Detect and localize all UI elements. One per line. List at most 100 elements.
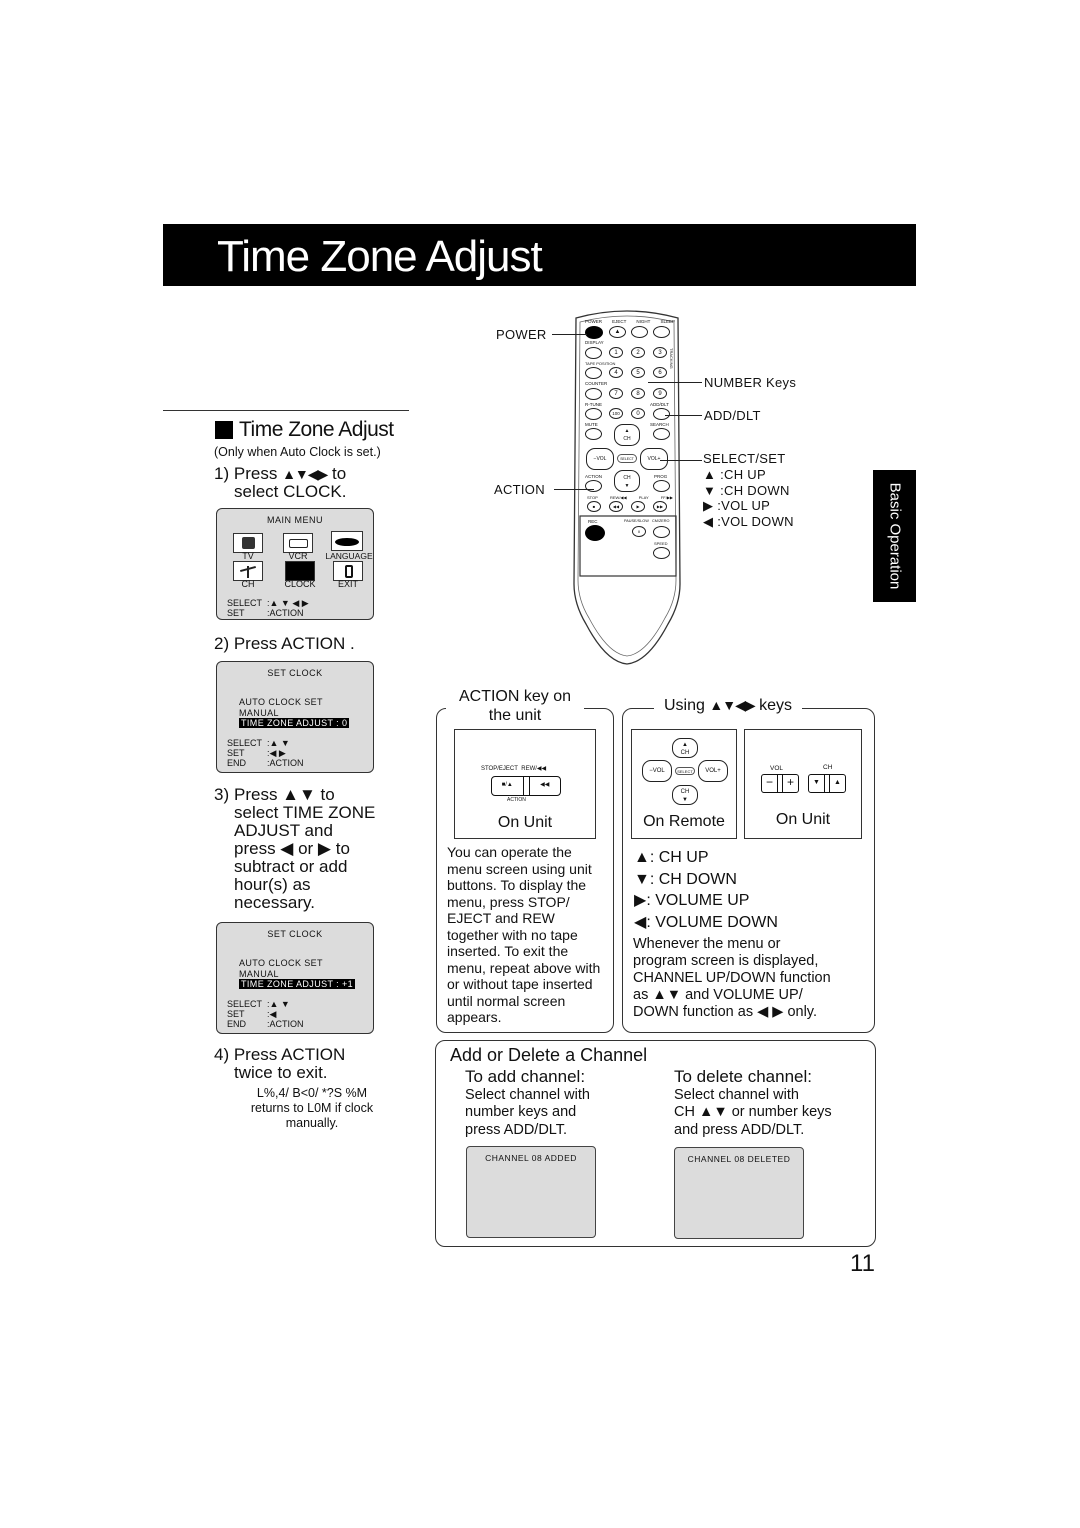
digit-9-button[interactable]: 9 xyxy=(653,388,667,399)
up-arrow-icon: ▲ xyxy=(703,467,717,482)
legend-text: :VOL DOWN xyxy=(717,513,794,529)
ch-up-button[interactable]: ▲ CH xyxy=(614,424,640,446)
search-button[interactable] xyxy=(653,428,670,440)
unit-ch-down-button[interactable]: ▼ xyxy=(809,775,825,792)
rec-button[interactable] xyxy=(585,525,605,541)
page-title-bar: Time Zone Adjust xyxy=(163,224,916,286)
rew-unit-button[interactable]: ◀◀ xyxy=(530,777,561,795)
action-box-title: ACTION key on the unit xyxy=(446,687,584,725)
rewind-button[interactable]: ◀◀ xyxy=(609,501,623,512)
up-arrow-icon: ▲ xyxy=(634,849,650,866)
down-arrow-icon: ▼ xyxy=(703,482,717,498)
step-text: Press ▲▼ to xyxy=(234,785,335,804)
osd-line: AUTO CLOCK SET xyxy=(239,697,323,707)
osd-title: SET CLOCK xyxy=(267,929,323,939)
arrow-keys-box-title: Using ▲▼◀▶ keys xyxy=(654,697,802,715)
r-tune-button[interactable] xyxy=(585,408,602,420)
body-line: DOWN function as ◀ ▶ only. xyxy=(633,1004,818,1020)
btn-label: SPEED xyxy=(654,541,668,546)
btn-label: REW/◀◀ xyxy=(609,495,627,500)
unit-ch-up-button[interactable]: ▲ xyxy=(830,775,845,792)
right-arrow-icon: ▶ xyxy=(634,892,647,909)
footnote-line: returns to L0M if clock xyxy=(250,1101,374,1115)
callout-action: ACTION xyxy=(494,482,545,497)
add-channel-instructions: To add channel: Select channel with numb… xyxy=(465,1068,590,1139)
callout-add-dlt: ADD/DLT xyxy=(704,408,761,423)
control-key: SET xyxy=(227,608,245,618)
main-menu-screen: MAIN MENU TV VCR LANGUAGE CH CLOCK EXIT … xyxy=(216,508,374,620)
osd-line: MANUAL xyxy=(239,969,279,979)
osd-controls: SELECT:▲ ▼ ◀ ▶ SET:ACTION xyxy=(227,598,309,618)
cm-zero-button[interactable] xyxy=(653,526,670,538)
unit-vol-down-button[interactable]: − xyxy=(762,775,778,792)
digit-7-button[interactable]: 7 xyxy=(609,388,623,399)
digit-3-button[interactable]: 3 xyxy=(653,347,667,358)
ch-down-button[interactable]: CH ▼ xyxy=(614,470,640,492)
step-3: 3) Press ▲▼ to select TIME ZONE ADJUST a… xyxy=(214,786,375,912)
display-button[interactable] xyxy=(585,347,602,359)
add-dlt-button[interactable] xyxy=(653,408,670,420)
digit-100-button[interactable]: 100 xyxy=(609,408,623,419)
transport-labels: STOP REW/◀◀ PLAY FF/▶▶ xyxy=(587,495,673,500)
osd-controls: SELECT:▲ ▼ SET:◀ ▶ END:ACTION xyxy=(227,738,304,768)
mute-button[interactable] xyxy=(585,428,602,440)
leader-line xyxy=(665,415,702,416)
prog-button[interactable] xyxy=(653,480,670,492)
eject-button[interactable]: ▲ xyxy=(609,326,626,338)
box-title-line: ACTION key on xyxy=(458,688,572,705)
control-key: END xyxy=(227,1019,247,1029)
btn-label: ADD/DLT xyxy=(650,402,669,407)
play-button[interactable]: ▶ xyxy=(631,501,645,512)
on-unit-caption: On Unit xyxy=(497,814,553,831)
body-line: CHANNEL UP/DOWN function xyxy=(633,970,831,986)
action-caption: ACTION xyxy=(507,797,526,803)
instruction-line: number keys and xyxy=(465,1104,577,1120)
instruction-line: CH ▲▼ or number keys xyxy=(674,1104,832,1120)
vol-down-button[interactable]: −VOL xyxy=(586,448,614,470)
control-key: SELECT xyxy=(227,598,263,608)
unit-vol-label: VOL xyxy=(770,765,784,772)
digit-6-button[interactable]: 6 xyxy=(653,367,667,378)
exit-door-icon xyxy=(333,561,363,581)
btn-label: CH xyxy=(623,436,631,442)
arrow-function-legend: ▲: CH UP ▼: CH DOWN ▶: VOLUME UP ◀: VOLU… xyxy=(634,847,778,933)
remote-vol-down-key: −VOL xyxy=(642,760,672,782)
fast-forward-button[interactable]: ▶▶ xyxy=(653,501,667,512)
unit-vol-up-button[interactable]: + xyxy=(783,775,798,792)
btn-label: PLAY xyxy=(638,495,649,500)
select-button[interactable]: SELECT xyxy=(617,454,637,463)
osd-line: MANUAL xyxy=(239,708,279,718)
night-button[interactable] xyxy=(631,326,648,338)
digit-2-button[interactable]: 2 xyxy=(631,347,645,358)
step-text: ADJUST and xyxy=(234,821,333,840)
panel-label-left: STOP/EJECT xyxy=(481,766,518,772)
stop-eject-unit-button[interactable]: ■/▲ xyxy=(492,777,524,795)
stop-button[interactable]: ■ xyxy=(587,501,601,512)
action-button[interactable] xyxy=(585,480,602,492)
on-unit-caption: On Unit xyxy=(775,811,831,828)
delete-channel-heading: To delete channel: xyxy=(674,1067,812,1086)
step-number: 1) xyxy=(214,464,230,483)
counter-button[interactable] xyxy=(585,388,602,400)
osd-message: CHANNEL 08 DELETED xyxy=(687,1154,791,1164)
speed-button[interactable] xyxy=(653,547,670,559)
remote-select-key: SELECT xyxy=(675,767,695,775)
btn-label: CM/ZERO xyxy=(652,519,670,523)
btn-label: R-TUNE xyxy=(585,402,602,407)
sleep-button[interactable] xyxy=(653,326,670,338)
legend-text: : CH DOWN xyxy=(649,870,737,888)
power-button[interactable] xyxy=(585,326,603,339)
unit-ch-buttons: ▼ ▲ xyxy=(808,774,846,793)
digit-4-button[interactable]: 4 xyxy=(609,367,623,378)
vol-up-button[interactable]: VOL+ xyxy=(640,448,668,470)
box-title-text: keys xyxy=(759,697,792,714)
pause-slow-button[interactable]: II xyxy=(632,526,646,537)
digit-5-button[interactable]: 5 xyxy=(631,367,645,378)
page-number: 11 xyxy=(850,1250,875,1277)
tape-position-button[interactable] xyxy=(585,367,602,379)
digit-1-button[interactable]: 1 xyxy=(609,347,623,358)
control-key: END xyxy=(227,758,247,768)
digit-0-button[interactable]: 0 xyxy=(631,408,645,419)
callout-select-set: SELECT/SET xyxy=(703,451,786,466)
digit-8-button[interactable]: 8 xyxy=(631,388,645,399)
